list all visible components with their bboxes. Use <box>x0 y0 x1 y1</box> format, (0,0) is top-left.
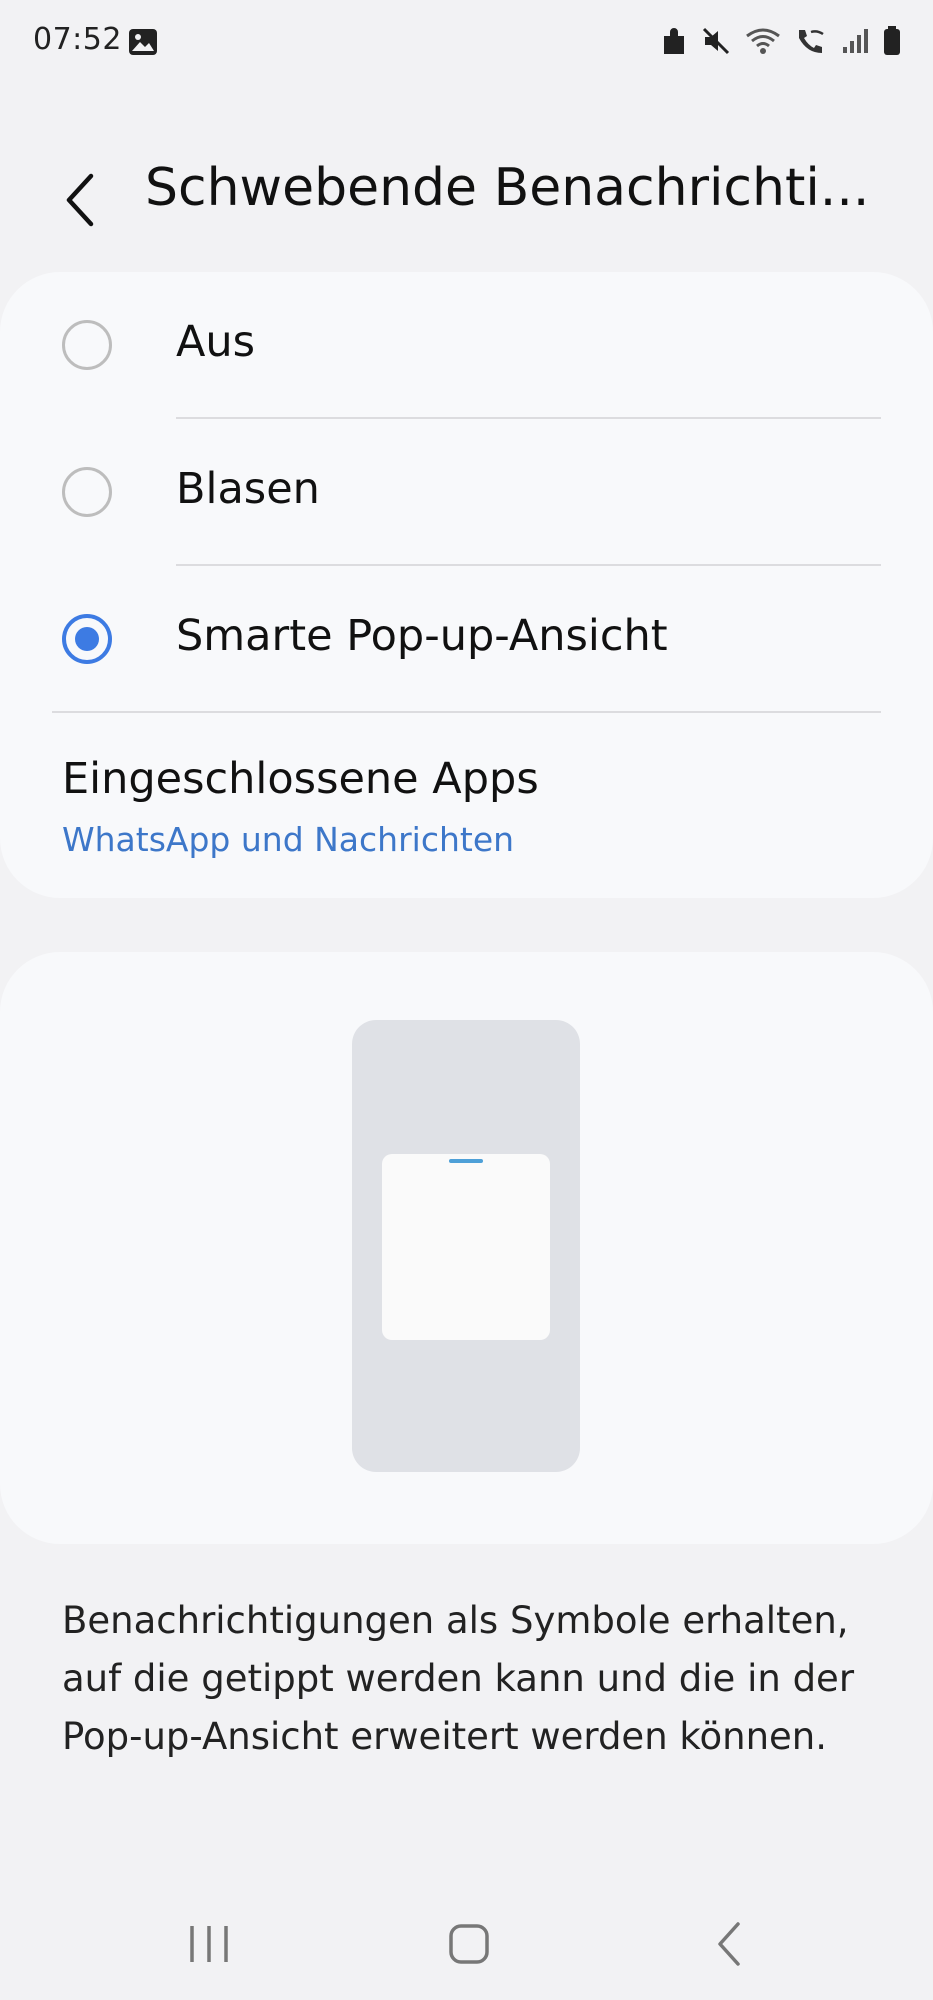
status-bar: 07:52 <box>0 0 933 84</box>
phone-illustration <box>352 1020 580 1472</box>
options-card: Aus Blasen Smarte Pop-up-Ansicht Eingesc… <box>0 272 933 898</box>
option-smarte-popup[interactable]: Smarte Pop-up-Ansicht <box>0 566 933 712</box>
included-apps-title: Eingeschlossene Apps <box>62 754 539 804</box>
preview-card <box>0 952 933 1544</box>
status-icons <box>661 26 901 56</box>
navigation-bar <box>0 1900 933 2000</box>
mute-icon <box>701 26 731 56</box>
radio-button[interactable] <box>62 320 112 370</box>
chevron-left-icon <box>66 173 94 227</box>
included-apps-value: WhatsApp und Nachrichten <box>62 820 515 859</box>
option-label: Aus <box>176 317 256 367</box>
radio-button[interactable] <box>62 467 112 517</box>
divider <box>52 711 881 713</box>
popup-window-illustration <box>382 1154 550 1340</box>
home-icon[interactable] <box>447 1914 491 1978</box>
signal-icon <box>841 27 869 55</box>
page-title: Schwebende Benachrichti... <box>145 158 870 218</box>
wifi-icon <box>745 26 781 56</box>
battery-icon <box>883 26 901 56</box>
back-icon[interactable] <box>712 1914 748 1978</box>
option-label: Blasen <box>176 464 320 514</box>
status-time: 07:52 <box>33 22 122 57</box>
recents-icon[interactable] <box>186 1914 232 1978</box>
option-aus[interactable]: Aus <box>0 272 933 418</box>
radio-button-selected[interactable] <box>62 614 112 664</box>
option-blasen[interactable]: Blasen <box>0 419 933 565</box>
back-button[interactable] <box>55 162 115 232</box>
app-header: Schwebende Benachrichti... <box>0 150 933 260</box>
option-label: Smarte Pop-up-Ansicht <box>176 611 668 661</box>
gallery-icon <box>128 28 158 60</box>
puzzle-icon <box>661 26 687 56</box>
popup-handle <box>449 1159 483 1163</box>
wifi-calling-icon <box>795 26 827 56</box>
description-text: Benachrichtigungen als Symbole erhalten,… <box>62 1599 855 1758</box>
